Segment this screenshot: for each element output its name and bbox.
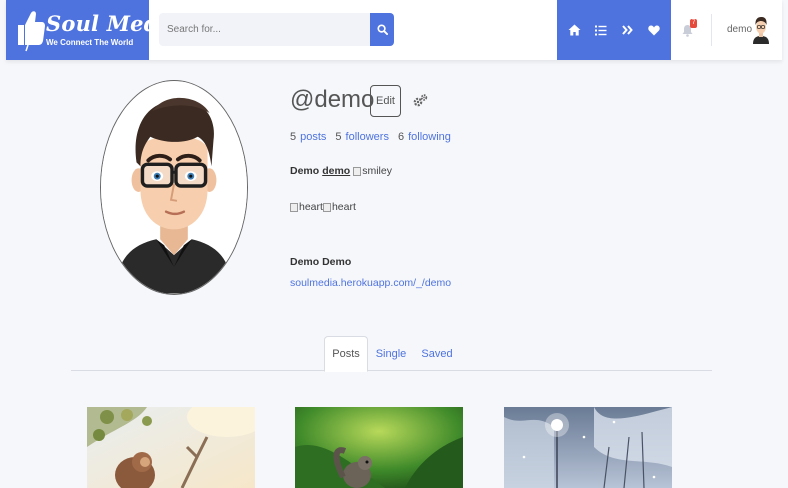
broken-image-icon (290, 202, 298, 212)
heart-alt-text: heart (299, 201, 323, 213)
tab-saved[interactable]: Saved (416, 336, 458, 371)
stat-followers-count: 5 (335, 131, 342, 143)
stat-following[interactable]: 6 following (398, 131, 451, 143)
broken-image-icon (322, 202, 331, 212)
profile-handle: @demo (290, 86, 375, 113)
settings-gear-icon[interactable] (413, 93, 428, 108)
nav-home[interactable] (563, 19, 585, 41)
profile-first-name: Demo (290, 165, 320, 177)
header-username[interactable]: demo (727, 24, 752, 35)
post-image-squirrel (295, 407, 463, 488)
search-icon (376, 24, 388, 35)
user-avatar-image (753, 17, 769, 44)
profile-last-name[interactable]: demo (322, 165, 350, 177)
home-icon (568, 24, 581, 36)
profile-full-name: Demo Demo (290, 256, 352, 268)
profile-avatar-illustration (101, 81, 247, 294)
heart-alt-text: heart (331, 201, 356, 213)
stat-followers-label: followers (345, 131, 389, 143)
nav-list[interactable] (590, 19, 612, 41)
bio-hearts: heart heart (290, 201, 356, 213)
brand-logo[interactable]: Soul Media We Connect The World (6, 0, 180, 60)
broken-image-icon (353, 166, 362, 176)
profile-website-link[interactable]: soulmedia.herokuapp.com/_/demo (290, 277, 451, 289)
profile-picture[interactable] (100, 80, 248, 295)
stat-followers[interactable]: 5 followers (335, 131, 389, 143)
smiley-emoji-image: smiley (353, 165, 392, 177)
topbar-divider (711, 14, 712, 46)
notifications[interactable]: 7 (680, 19, 702, 41)
stat-posts-count: 5 (290, 131, 297, 143)
edit-profile-button[interactable]: Edit (370, 85, 401, 117)
stat-posts-label: posts (300, 131, 327, 143)
profile-stats: 5 posts 5 followers 6 following (290, 131, 460, 143)
nav-forward[interactable] (616, 19, 638, 41)
tab-posts[interactable]: Posts (324, 336, 368, 372)
nav-icons (557, 0, 671, 60)
profile-tabs: Posts Single Saved (71, 336, 712, 372)
post-image-snow (504, 407, 672, 488)
heart-emoji-image: heart (290, 201, 323, 213)
post-thumbnail[interactable] (87, 407, 255, 488)
smiley-alt-text: smiley (362, 165, 392, 177)
search-form (159, 13, 394, 46)
post-thumbnail[interactable] (295, 407, 463, 488)
tab-single[interactable]: Single (370, 336, 412, 371)
notification-badge: 7 (690, 19, 698, 28)
post-image-monkey (87, 407, 255, 488)
list-icon (594, 25, 607, 35)
thumbs-up-icon (18, 11, 45, 52)
header-avatar[interactable] (751, 14, 771, 44)
top-navbar: Soul Media We Connect The World Search f… (6, 0, 782, 60)
brand-tagline: We Connect The World (46, 38, 134, 47)
stat-following-count: 6 (397, 131, 405, 143)
stat-posts[interactable]: 5 posts (290, 131, 326, 143)
search-input[interactable] (159, 13, 370, 46)
profile-name-line: Demo demo smiley (290, 165, 392, 177)
angle-double-right-icon (621, 25, 633, 35)
search-button[interactable] (370, 13, 394, 46)
heart-emoji-image: heart (322, 201, 356, 213)
stat-following-label: following (408, 131, 451, 143)
heart-icon (648, 25, 660, 35)
post-thumbnail[interactable] (504, 407, 672, 488)
nav-favorites[interactable] (643, 19, 665, 41)
